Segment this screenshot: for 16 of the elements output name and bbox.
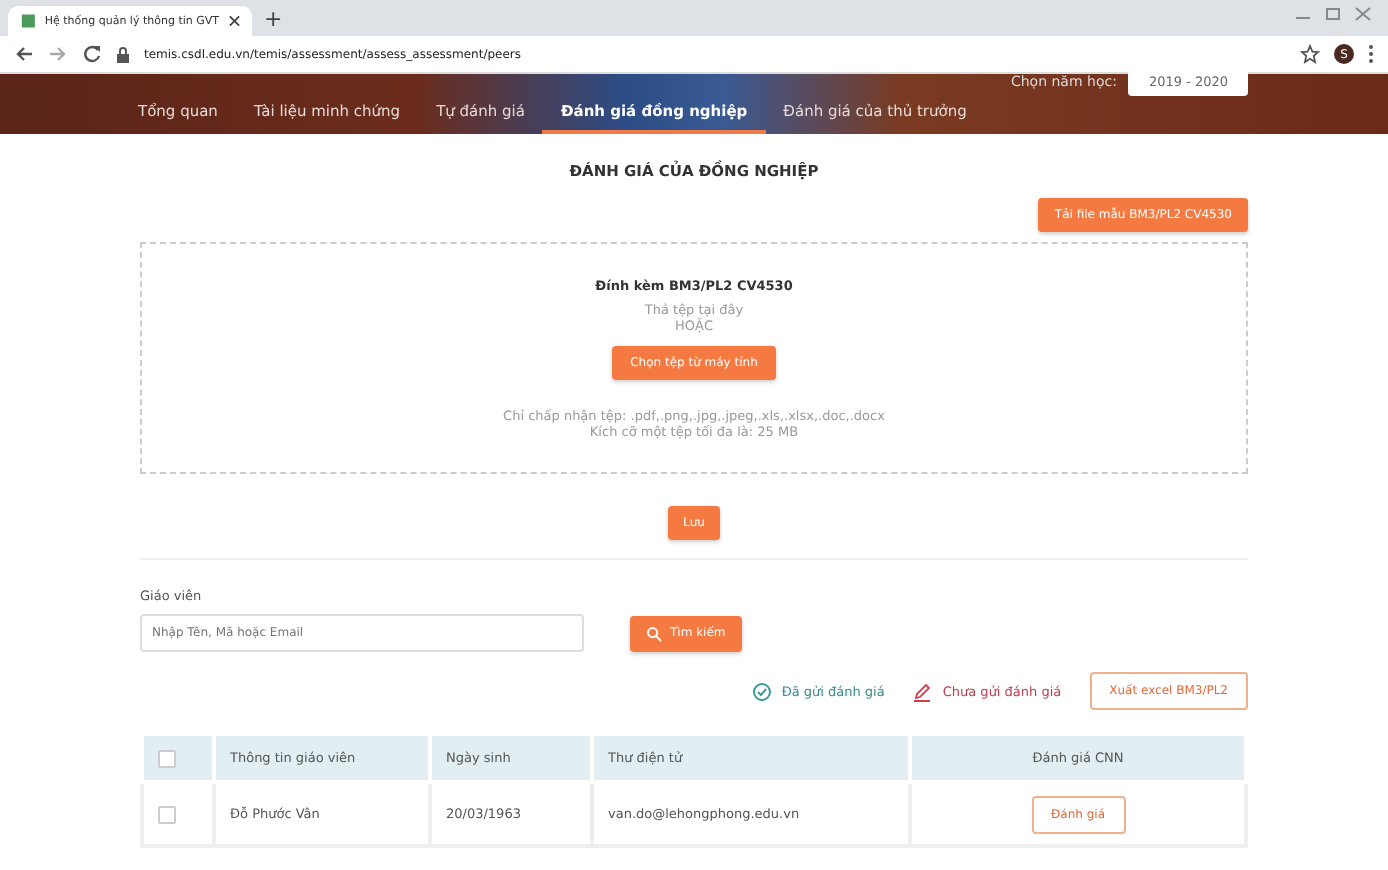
row-checkbox[interactable] [158, 805, 176, 823]
check-circle-icon [751, 681, 772, 701]
search-icon [646, 625, 662, 641]
page-icon [20, 12, 37, 30]
close-icon [227, 14, 240, 28]
close-icon [1354, 6, 1372, 22]
forward-icon [48, 44, 68, 64]
select-all-checkbox[interactable] [158, 749, 176, 767]
lock-icon [116, 45, 130, 63]
star-icon [1300, 44, 1320, 64]
back-icon [14, 44, 34, 64]
menu-icon [1368, 44, 1374, 64]
pencil-icon [912, 681, 933, 701]
new-tab-button[interactable]: + [264, 7, 283, 29]
reload-icon [82, 44, 102, 64]
maximize-icon [1324, 6, 1342, 22]
